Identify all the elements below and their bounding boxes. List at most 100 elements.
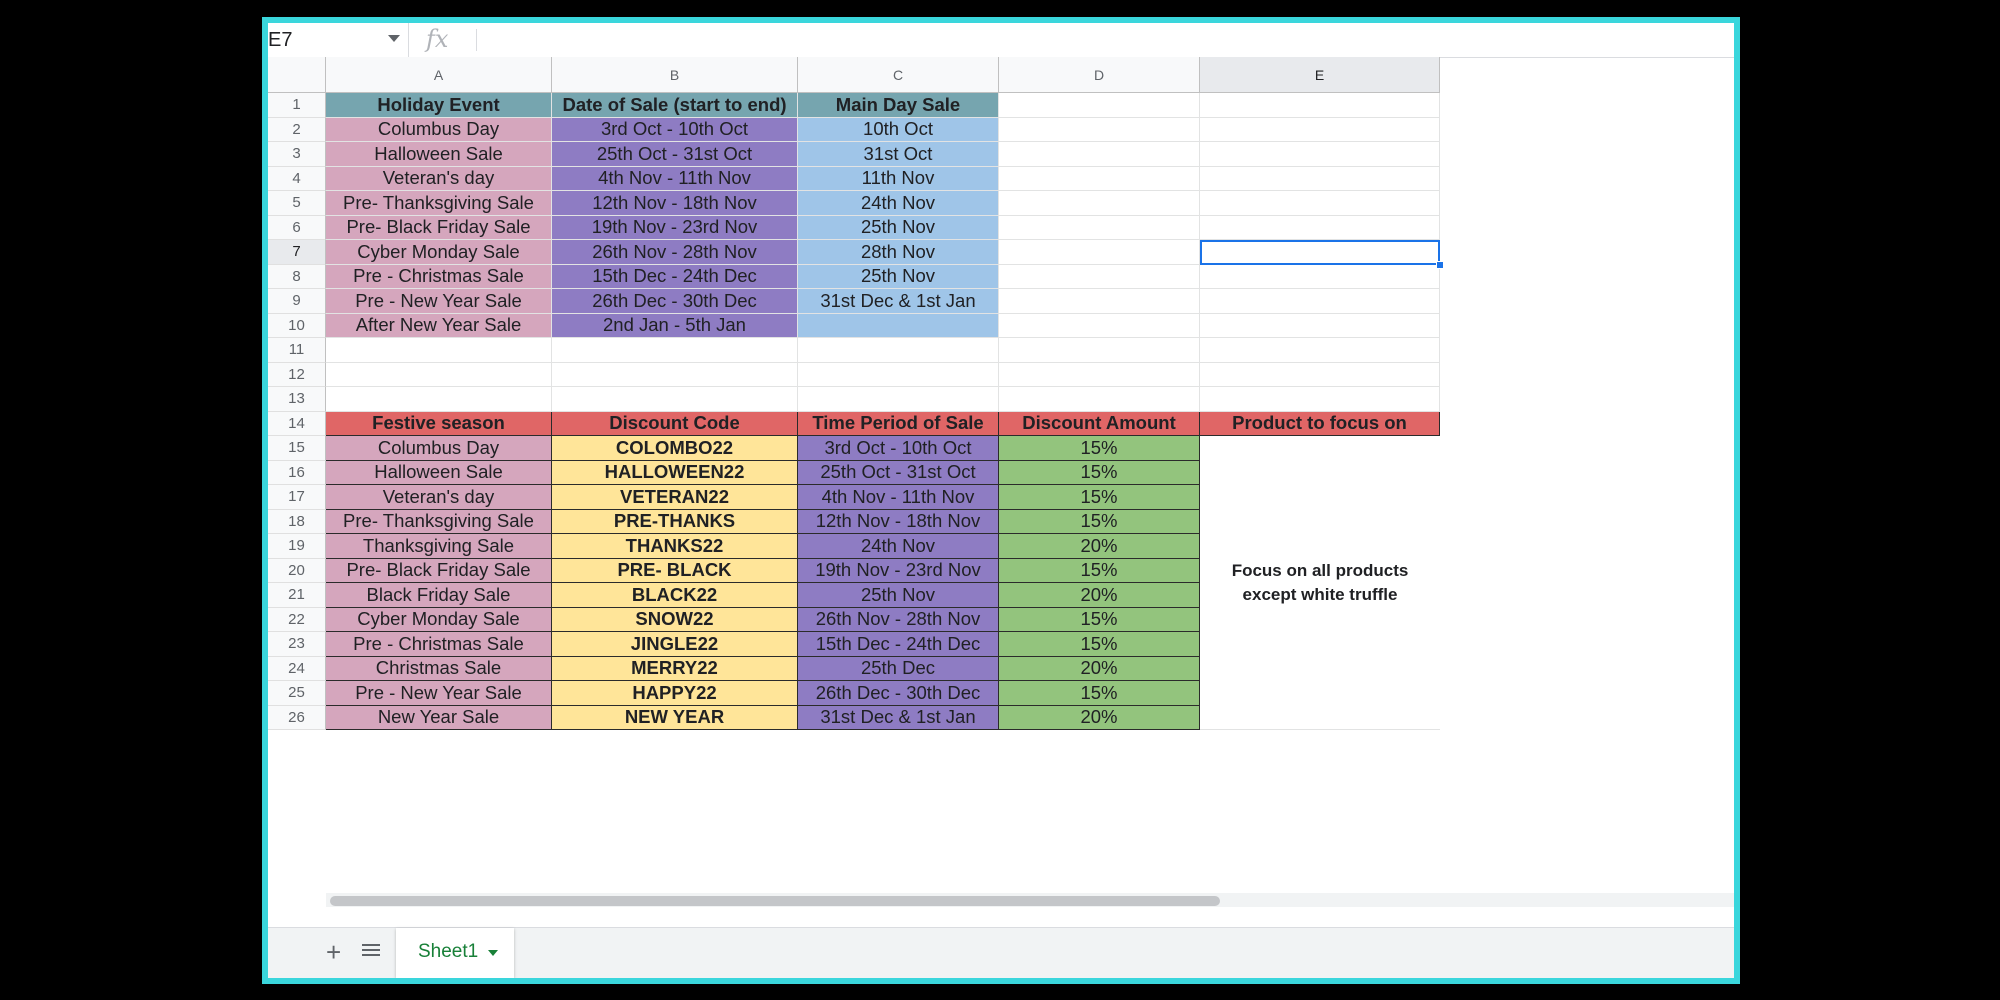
cell-e10[interactable] — [1200, 313, 1440, 338]
cell-d16[interactable]: 15% — [999, 460, 1200, 485]
cell-c10[interactable] — [798, 313, 999, 338]
cell-b22[interactable]: SNOW22 — [552, 607, 798, 632]
cell-d20[interactable]: 15% — [999, 558, 1200, 583]
cell-b23[interactable]: JINGLE22 — [552, 632, 798, 657]
cell-d22[interactable]: 15% — [999, 607, 1200, 632]
cell-d15[interactable]: 15% — [999, 436, 1200, 461]
cell-d25[interactable]: 15% — [999, 681, 1200, 706]
column-header-a[interactable]: A — [326, 57, 552, 93]
cell-b21[interactable]: BLACK22 — [552, 583, 798, 608]
cell-c18[interactable]: 12th Nov - 18th Nov — [798, 509, 999, 534]
scrollbar-thumb[interactable] — [330, 896, 1220, 906]
cell-d1[interactable] — [999, 93, 1200, 118]
cell-b17[interactable]: VETERAN22 — [552, 485, 798, 510]
cell-b5[interactable]: 12th Nov - 18th Nov — [552, 191, 798, 216]
cell-d19[interactable]: 20% — [999, 534, 1200, 559]
cell-a4[interactable]: Veteran's day — [326, 166, 552, 191]
cell-c3[interactable]: 31st Oct — [798, 142, 999, 167]
row-header-15[interactable]: 15 — [268, 436, 326, 461]
row-header-23[interactable]: 23 — [268, 632, 326, 657]
row-header-10[interactable]: 10 — [268, 313, 326, 338]
cell-c17[interactable]: 4th Nov - 11th Nov — [798, 485, 999, 510]
cell-b16[interactable]: HALLOWEEN22 — [552, 460, 798, 485]
cell-d12[interactable] — [999, 362, 1200, 387]
row-header-24[interactable]: 24 — [268, 656, 326, 681]
row-header-22[interactable]: 22 — [268, 607, 326, 632]
column-header-b[interactable]: B — [552, 57, 798, 93]
merged-note-cell[interactable]: Focus on all products except white truff… — [1200, 436, 1440, 730]
cell-c25[interactable]: 26th Dec - 30th Dec — [798, 681, 999, 706]
cell-e2[interactable] — [1200, 117, 1440, 142]
row-header-11[interactable]: 11 — [268, 338, 326, 363]
cell-e14[interactable]: Product to focus on — [1200, 411, 1440, 436]
cell-a12[interactable] — [326, 362, 552, 387]
row-header-21[interactable]: 21 — [268, 583, 326, 608]
row-header-7[interactable]: 7 — [268, 240, 326, 265]
cell-e8[interactable] — [1200, 264, 1440, 289]
cell-e9[interactable] — [1200, 289, 1440, 314]
cell-d23[interactable]: 15% — [999, 632, 1200, 657]
cell-e13[interactable] — [1200, 387, 1440, 412]
cell-e12[interactable] — [1200, 362, 1440, 387]
cell-a17[interactable]: Veteran's day — [326, 485, 552, 510]
cell-c23[interactable]: 15th Dec - 24th Dec — [798, 632, 999, 657]
select-all-corner[interactable] — [268, 57, 326, 93]
cell-e11[interactable] — [1200, 338, 1440, 363]
cell-b13[interactable] — [552, 387, 798, 412]
cell-b9[interactable]: 26th Dec - 30th Dec — [552, 289, 798, 314]
cell-a22[interactable]: Cyber Monday Sale — [326, 607, 552, 632]
cell-d26[interactable]: 20% — [999, 705, 1200, 730]
cell-c11[interactable] — [798, 338, 999, 363]
cell-d18[interactable]: 15% — [999, 509, 1200, 534]
column-header-d[interactable]: D — [999, 57, 1200, 93]
list-icon[interactable] — [362, 944, 380, 959]
cell-c7[interactable]: 28th Nov — [798, 240, 999, 265]
cell-a18[interactable]: Pre- Thanksgiving Sale — [326, 509, 552, 534]
row-header-12[interactable]: 12 — [268, 362, 326, 387]
cell-d2[interactable] — [999, 117, 1200, 142]
name-box[interactable]: E7 — [268, 23, 409, 57]
row-header-20[interactable]: 20 — [268, 558, 326, 583]
cell-d9[interactable] — [999, 289, 1200, 314]
cell-a7[interactable]: Cyber Monday Sale — [326, 240, 552, 265]
sheet-tab-dropdown-icon[interactable] — [488, 950, 498, 956]
row-header-8[interactable]: 8 — [268, 264, 326, 289]
plus-icon[interactable]: + — [326, 938, 341, 966]
cell-a10[interactable]: After New Year Sale — [326, 313, 552, 338]
cell-b11[interactable] — [552, 338, 798, 363]
cell-d17[interactable]: 15% — [999, 485, 1200, 510]
column-header-e[interactable]: E — [1200, 57, 1440, 93]
cell-c12[interactable] — [798, 362, 999, 387]
cell-c8[interactable]: 25th Nov — [798, 264, 999, 289]
cell-d7[interactable] — [999, 240, 1200, 265]
cell-b3[interactable]: 25th Oct - 31st Oct — [552, 142, 798, 167]
cell-b24[interactable]: MERRY22 — [552, 656, 798, 681]
cell-c26[interactable]: 31st Dec & 1st Jan — [798, 705, 999, 730]
cell-b8[interactable]: 15th Dec - 24th Dec — [552, 264, 798, 289]
row-header-13[interactable]: 13 — [268, 387, 326, 412]
row-header-16[interactable]: 16 — [268, 460, 326, 485]
cell-a3[interactable]: Halloween Sale — [326, 142, 552, 167]
cell-b1[interactable]: Date of Sale (start to end) — [552, 93, 798, 118]
cell-e3[interactable] — [1200, 142, 1440, 167]
cell-b4[interactable]: 4th Nov - 11th Nov — [552, 166, 798, 191]
cell-d5[interactable] — [999, 191, 1200, 216]
row-header-3[interactable]: 3 — [268, 142, 326, 167]
cell-a8[interactable]: Pre - Christmas Sale — [326, 264, 552, 289]
row-header-14[interactable]: 14 — [268, 411, 326, 436]
cell-a14[interactable]: Festive season — [326, 411, 552, 436]
cell-a20[interactable]: Pre- Black Friday Sale — [326, 558, 552, 583]
cell-d21[interactable]: 20% — [999, 583, 1200, 608]
cell-a23[interactable]: Pre - Christmas Sale — [326, 632, 552, 657]
cell-d13[interactable] — [999, 387, 1200, 412]
cell-b2[interactable]: 3rd Oct - 10th Oct — [552, 117, 798, 142]
formula-input[interactable] — [488, 23, 1728, 57]
cell-c16[interactable]: 25th Oct - 31st Oct — [798, 460, 999, 485]
row-header-9[interactable]: 9 — [268, 289, 326, 314]
cell-a11[interactable] — [326, 338, 552, 363]
cell-a24[interactable]: Christmas Sale — [326, 656, 552, 681]
cell-b12[interactable] — [552, 362, 798, 387]
cell-b25[interactable]: HAPPY22 — [552, 681, 798, 706]
cell-c6[interactable]: 25th Nov — [798, 215, 999, 240]
row-header-19[interactable]: 19 — [268, 534, 326, 559]
